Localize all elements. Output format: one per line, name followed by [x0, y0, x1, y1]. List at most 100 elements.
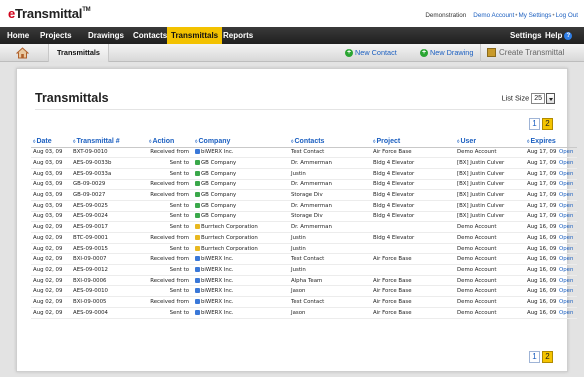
col-date[interactable]: ◊Date	[31, 136, 71, 148]
cell-transmittal-number[interactable]: AES-09-0017	[71, 221, 137, 233]
cell-transmittal-number[interactable]: GB-09-0029	[71, 179, 137, 191]
new-drawing-button[interactable]: + New Drawing	[420, 44, 473, 62]
cell-expires-text: Aug 16, 09	[527, 234, 557, 241]
table-row[interactable]: Aug 02, 09 BTC-09-0001 Received from Burrte…	[31, 232, 577, 244]
nav-home[interactable]: Home	[3, 27, 33, 44]
cell-transmittal-number[interactable]: AES-09-0004	[71, 307, 137, 319]
cell-user-text: [BX] Justin Culver	[457, 170, 505, 177]
logout-link[interactable]: Log Out	[556, 12, 578, 19]
top-bar: eTransmittalTM Demonstration Demo Accoun…	[0, 0, 584, 27]
table-row[interactable]: Aug 02, 09 AES-09-0010 Sent to biWERX Inc. J…	[31, 285, 577, 298]
cell-open-link[interactable]: Open	[557, 296, 577, 308]
col-user[interactable]: ◊User	[455, 136, 525, 148]
table-row[interactable]: Aug 02, 09 AES-09-0015 Sent to Burrtech Cor…	[31, 243, 577, 255]
open-link[interactable]: Open	[559, 149, 573, 155]
col-transmittal[interactable]: ◊Transmittal #	[71, 136, 137, 148]
page-1-link[interactable]: 1	[529, 118, 540, 130]
page-2-current[interactable]: 2	[542, 351, 553, 363]
cell-open-link[interactable]: Open	[557, 189, 577, 201]
cell-open-link[interactable]: Open	[557, 157, 577, 169]
table-row[interactable]: Aug 02, 09 AES-09-0012 Sent to biWERX Inc. J…	[31, 264, 577, 276]
col-project[interactable]: ◊Project	[371, 136, 455, 148]
cell-open-link[interactable]: Open	[557, 211, 577, 223]
cell-open-link[interactable]: Open	[557, 275, 577, 287]
nav-contacts[interactable]: Contacts	[129, 27, 171, 44]
cell-date-text: Aug 03, 09	[33, 181, 63, 188]
cell-open-link[interactable]: Open	[557, 253, 577, 266]
cell-transmittal-number[interactable]: BXT-09-0010	[71, 147, 137, 159]
open-link[interactable]: Open	[559, 235, 573, 241]
cell-transmittal-number[interactable]: AES-09-0015	[71, 243, 137, 255]
table-row[interactable]: Aug 03, 09 GB-09-0029 Received from GB Comp…	[31, 179, 577, 191]
open-link[interactable]: Open	[559, 181, 573, 187]
nav-reports[interactable]: Reports	[219, 27, 257, 44]
table-row[interactable]: Aug 03, 09 BXT-09-0010 Received from biWERX…	[31, 147, 577, 159]
nav-help[interactable]: Help?	[541, 27, 576, 44]
cell-transmittal-number[interactable]: AES-09-0033a	[71, 168, 137, 180]
open-link[interactable]: Open	[559, 267, 573, 273]
cell-open-link[interactable]: Open	[557, 264, 577, 276]
nav-transmittals[interactable]: Transmittals	[167, 27, 223, 44]
table-row[interactable]: Aug 03, 09 AES-09-0024 Sent to GB Company St…	[31, 211, 577, 223]
account-link[interactable]: Demo Account	[473, 12, 514, 19]
app-logo[interactable]: eTransmittalTM	[8, 6, 91, 21]
open-link[interactable]: Open	[559, 224, 573, 230]
cell-transmittal-number[interactable]: BXI-09-0007	[71, 253, 137, 266]
cell-transmittal-number[interactable]: AES-09-0025	[71, 200, 137, 212]
open-link[interactable]: Open	[559, 213, 573, 219]
cell-open-link[interactable]: Open	[557, 307, 577, 319]
open-link[interactable]: Open	[559, 310, 573, 316]
open-link[interactable]: Open	[559, 246, 573, 252]
open-link[interactable]: Open	[559, 160, 573, 166]
table-row[interactable]: Aug 03, 09 AES-09-0033a Sent to GB Company J…	[31, 168, 577, 180]
col-company[interactable]: ◊Company	[193, 136, 289, 148]
cell-transmittal-number[interactable]: GB-09-0027	[71, 189, 137, 201]
cell-open-link[interactable]: Open	[557, 285, 577, 298]
table-row[interactable]: Aug 03, 09 AES-09-0025 Sent to GB Company Dr…	[31, 200, 577, 212]
cell-open-link[interactable]: Open	[557, 221, 577, 233]
cell-transmittal-number[interactable]: BXI-09-0005	[71, 296, 137, 308]
settings-link[interactable]: My Settings	[518, 12, 551, 19]
open-link[interactable]: Open	[559, 256, 573, 262]
table-row[interactable]: Aug 02, 09 BXI-09-0007 Received from biWERX…	[31, 253, 577, 266]
table-row[interactable]: Aug 03, 09 AES-09-0033b Sent to GB Company D…	[31, 157, 577, 169]
col-action[interactable]: ◊Action	[137, 136, 193, 148]
cell-transmittal-number[interactable]: AES-09-0012	[71, 264, 137, 276]
open-link[interactable]: Open	[559, 299, 573, 305]
table-row[interactable]: Aug 02, 09 AES-09-0017 Sent to Burrtech Cor…	[31, 221, 577, 233]
table-row[interactable]: Aug 03, 09 GB-09-0027 Received from GB Comp…	[31, 189, 577, 201]
open-link[interactable]: Open	[559, 171, 573, 177]
table-row[interactable]: Aug 02, 09 BXI-09-0006 Received from biWERX…	[31, 275, 577, 287]
page-2-current[interactable]: 2	[542, 118, 553, 130]
cell-transmittal-number[interactable]: AES-09-0033b	[71, 157, 137, 169]
new-contact-button[interactable]: + New Contact	[345, 44, 397, 62]
cell-open-link[interactable]: Open	[557, 179, 577, 191]
cell-open-link[interactable]: Open	[557, 232, 577, 244]
nav-projects[interactable]: Projects	[36, 27, 76, 44]
cell-open-link[interactable]: Open	[557, 200, 577, 212]
open-link[interactable]: Open	[559, 192, 573, 198]
home-icon[interactable]	[16, 47, 29, 59]
tab-transmittals[interactable]: Transmittals	[48, 44, 109, 62]
cell-open-link[interactable]: Open	[557, 168, 577, 180]
page-1-link[interactable]: 1	[529, 351, 540, 363]
table-row[interactable]: Aug 02, 09 AES-09-0004 Sent to biWERX Inc. J…	[31, 307, 577, 319]
cell-open-link[interactable]: Open	[557, 243, 577, 255]
col-expires[interactable]: ◊Expires	[525, 136, 577, 148]
nav-settings[interactable]: Settings	[506, 27, 546, 44]
open-link[interactable]: Open	[559, 288, 573, 294]
cell-project-text: Air Force Base	[373, 309, 412, 316]
chevron-down-icon[interactable]	[546, 93, 555, 104]
cell-open-link[interactable]: Open	[557, 147, 577, 159]
list-size-select[interactable]: 25	[531, 93, 545, 104]
create-transmittal-button[interactable]: Create Transmittal	[480, 44, 584, 62]
col-contacts[interactable]: ◊Contacts	[289, 136, 371, 148]
cell-transmittal-number[interactable]: BTC-09-0001	[71, 232, 137, 244]
open-link[interactable]: Open	[559, 203, 573, 209]
open-link[interactable]: Open	[559, 278, 573, 284]
nav-drawings[interactable]: Drawings	[84, 27, 128, 44]
cell-transmittal-number[interactable]: AES-09-0010	[71, 285, 137, 298]
cell-transmittal-number[interactable]: AES-09-0024	[71, 211, 137, 223]
table-row[interactable]: Aug 02, 09 BXI-09-0005 Received from biWERX…	[31, 296, 577, 308]
cell-transmittal-number[interactable]: BXI-09-0006	[71, 275, 137, 287]
